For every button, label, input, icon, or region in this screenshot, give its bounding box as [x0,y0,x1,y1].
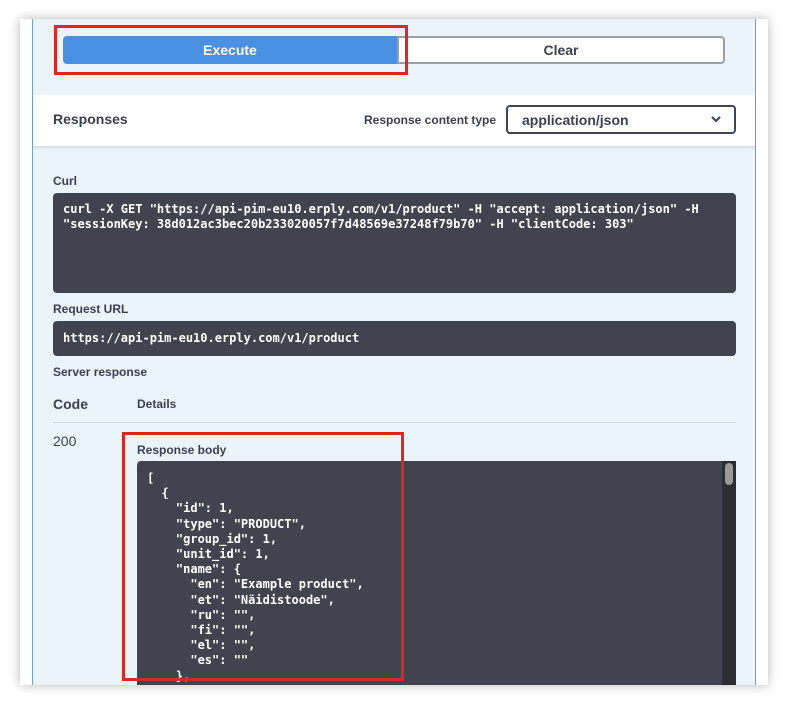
status-code: 200 [53,433,77,449]
response-body-text: [ { "id": 1, "type": "PRODUCT", "group_i… [147,471,364,683]
content-type-value: application/json [522,111,629,128]
execute-button[interactable]: Execute [63,36,397,64]
curl-label: Curl [53,174,77,188]
response-body[interactable]: [ { "id": 1, "type": "PRODUCT", "group_i… [137,461,736,685]
request-url-value: https://api-pim-eu10.erply.com/v1/produc… [53,321,736,356]
request-url-label: Request URL [53,302,129,316]
code-column-header: Code [53,396,88,412]
details-column-header: Details [137,397,177,411]
content-type-select[interactable]: application/json [506,105,736,134]
window: Execute Clear Responses Response content… [20,19,768,685]
operation-panel: Execute Clear Responses Response content… [32,19,756,685]
response-body-scrollbar[interactable] [722,461,736,685]
chevron-down-icon [710,113,722,128]
scrollbar-thumb[interactable] [725,463,733,485]
responses-header: Responses Response content type applicat… [33,95,755,147]
curl-command: curl -X GET "https://api-pim-eu10.erply.… [53,193,736,293]
clear-button[interactable]: Clear [397,36,725,64]
server-response-label: Server response [53,365,148,379]
response-body-label: Response body [137,443,227,457]
table-divider [53,422,736,423]
content-type-label: Response content type [364,113,497,127]
responses-title: Responses [53,111,128,127]
